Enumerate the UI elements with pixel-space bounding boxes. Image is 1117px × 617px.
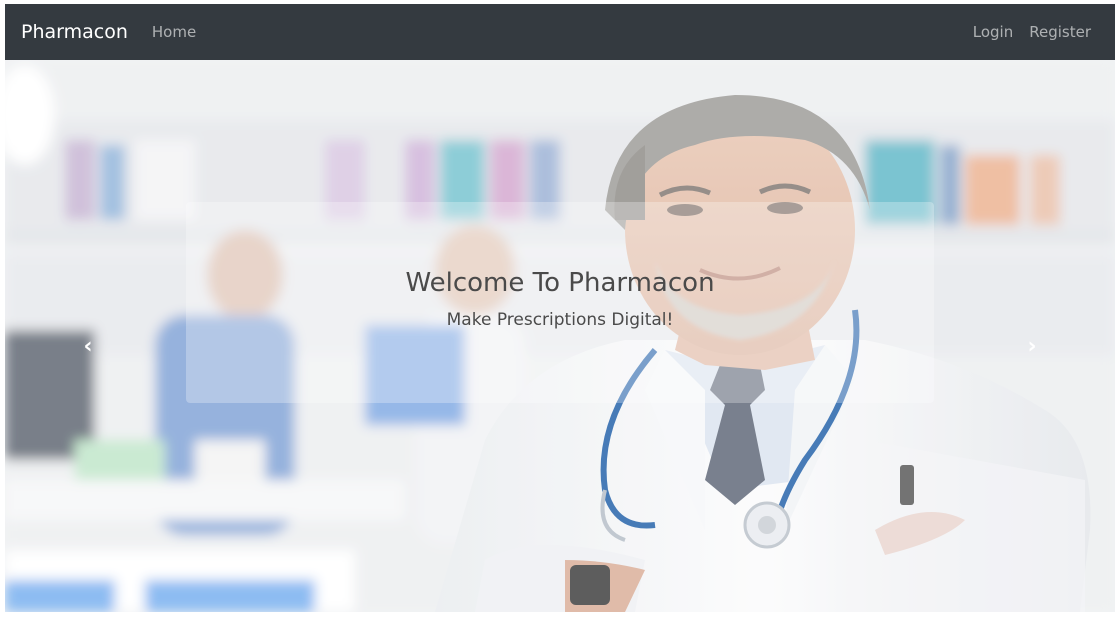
navbar: Pharmacon Home Login Register [5,4,1115,60]
chevron-right-icon: › [1027,334,1037,359]
nav-login-link[interactable]: Login [973,23,1013,41]
page-frame: Pharmacon Home Login Register Welcome To… [5,4,1115,612]
nav-home-link[interactable]: Home [152,23,196,41]
hero-subtitle: Make Prescriptions Digital! [446,310,674,330]
hero-carousel: Welcome To Pharmacon Make Prescriptions … [5,60,1115,612]
hero-title: Welcome To Pharmacon [405,268,715,298]
carousel-caption: Welcome To Pharmacon Make Prescriptions … [186,202,934,403]
nav-register-link[interactable]: Register [1029,23,1091,41]
nav-auth-links: Login Register [973,23,1099,41]
chevron-left-icon: ‹ [83,334,93,359]
brand-logo[interactable]: Pharmacon [21,21,128,43]
carousel-prev-button[interactable]: ‹ [73,332,103,362]
carousel-next-button[interactable]: › [1017,332,1047,362]
